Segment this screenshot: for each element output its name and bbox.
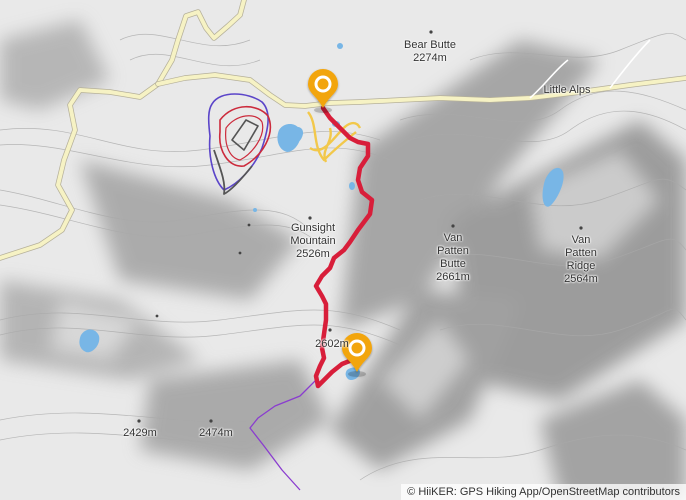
label-elevation: 2526m [296, 248, 330, 260]
label-elevation: 2602m [315, 338, 349, 350]
label-elevation: 2474m [199, 427, 233, 439]
label-name: Bear Butte [404, 39, 456, 51]
label-elevation: 2661m [436, 271, 470, 283]
map-attribution[interactable]: © HiiKER: GPS Hiking App/OpenStreetMap c… [401, 484, 686, 500]
label-name: Little Alps [543, 84, 591, 96]
label-peak-2602: 2602m [304, 338, 360, 351]
label-elevation: 2429m [123, 427, 157, 439]
label-peak-2474: 2474m [188, 427, 244, 440]
label-little-alps: Little Alps [530, 84, 604, 97]
label-van-patten-ridge: Van Patten Ridge 2564m [546, 234, 616, 286]
label-van-patten-butte: Van Patten Butte 2661m [418, 232, 488, 284]
label-elevation: 2274m [413, 52, 447, 64]
label-gunsight-mountain: Gunsight Mountain 2526m [276, 222, 350, 261]
label-name: Van Patten Butte [437, 232, 469, 270]
label-bear-butte: Bear Butte 2274m [392, 39, 468, 65]
label-name: Gunsight Mountain [290, 222, 336, 247]
label-peak-2429: 2429m [112, 427, 168, 440]
map-canvas[interactable]: Bear Butte 2274m Little Alps Gunsight Mo… [0, 0, 686, 500]
label-elevation: 2564m [564, 273, 598, 285]
label-name: Van Patten Ridge [565, 234, 597, 272]
